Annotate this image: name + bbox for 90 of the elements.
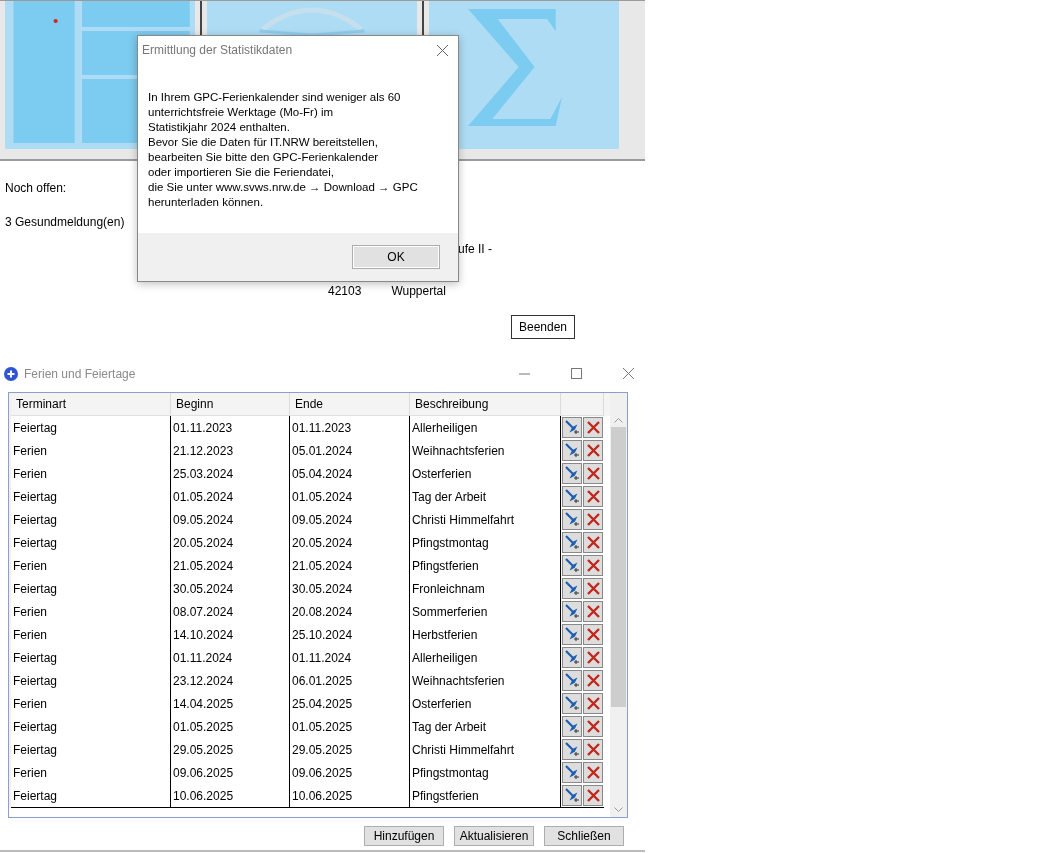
dialog-message: In Ihrem GPC-Ferienkalender sind weniger als 60 unterrichtsfreie Werktage (Mo-Fr) im Statistikjahr 2024 enthalten. Bevor Sie die Daten für IT.NRW bereitstellen, bearbeiten Sie bitte den GPC-Ferienkalender oder importieren Sie die Feriendatei, die Sie unter www.svws.nrw.de → Download → GPC herunterladen können. — [148, 90, 418, 210]
delete-button[interactable] — [583, 670, 603, 691]
table-cell: 10.06.2025 — [171, 784, 290, 808]
delete-icon — [585, 535, 601, 550]
delete-button[interactable] — [583, 532, 603, 553]
delete-button[interactable] — [583, 624, 603, 645]
open-item: 3 Gesundmeldung(en) — [5, 215, 125, 229]
pencil-icon — [564, 696, 580, 711]
pencil-icon — [564, 581, 580, 596]
ok-button[interactable]: OK — [352, 245, 440, 269]
pencil-icon — [564, 443, 580, 458]
edit-button[interactable] — [562, 624, 582, 645]
pencil-icon — [564, 489, 580, 504]
delete-button[interactable] — [583, 716, 603, 737]
delete-button[interactable] — [583, 578, 603, 599]
delete-button[interactable] — [583, 693, 603, 714]
footer-button[interactable]: Schließen — [544, 826, 624, 846]
pencil-icon — [564, 558, 580, 573]
edit-button[interactable] — [562, 739, 582, 760]
delete-button[interactable] — [583, 509, 603, 530]
pencil-icon — [564, 673, 580, 688]
delete-button[interactable] — [583, 463, 603, 484]
delete-icon — [585, 604, 601, 619]
delete-icon — [585, 673, 601, 688]
quit-button[interactable]: Beenden — [510, 315, 575, 339]
city: Wuppertal — [391, 284, 446, 298]
delete-button[interactable] — [583, 739, 603, 760]
edit-button[interactable] — [562, 578, 582, 599]
postcode: 42103 — [328, 284, 362, 298]
delete-icon — [585, 443, 601, 458]
footer-button[interactable]: Hinzufügen — [364, 826, 444, 846]
pencil-icon — [564, 466, 580, 481]
delete-button[interactable] — [583, 785, 603, 806]
pencil-icon — [564, 742, 580, 757]
delete-icon — [585, 788, 601, 803]
edit-button[interactable] — [562, 486, 582, 507]
scrollbar-thumb[interactable] — [611, 427, 626, 707]
table-cell: Pfingstferien — [410, 784, 561, 808]
delete-icon — [585, 489, 601, 504]
pencil-icon — [564, 512, 580, 527]
delete-icon — [585, 581, 601, 596]
edit-button[interactable] — [562, 509, 582, 530]
window-title: Ferien und Feiertage — [24, 367, 137, 381]
edit-button[interactable] — [562, 555, 582, 576]
edit-button[interactable] — [562, 670, 582, 691]
table-cell: Feiertag — [11, 784, 171, 808]
delete-button[interactable] — [583, 647, 603, 668]
delete-icon — [585, 466, 601, 481]
plus-circle-icon — [4, 367, 18, 381]
table-cell: 10.06.2025 — [290, 784, 410, 808]
delete-button[interactable] — [583, 762, 603, 783]
pencil-icon — [564, 420, 580, 435]
edit-button[interactable] — [562, 762, 582, 783]
open-label: Noch offen: — [5, 181, 67, 195]
delete-button[interactable] — [583, 417, 603, 438]
delete-button[interactable] — [583, 440, 603, 461]
delete-icon — [585, 696, 601, 711]
delete-icon — [585, 719, 601, 734]
edit-button[interactable] — [562, 440, 582, 461]
delete-button[interactable] — [583, 601, 603, 622]
pencil-icon — [564, 604, 580, 619]
pencil-icon — [564, 765, 580, 780]
footer-button[interactable]: Aktualisieren — [454, 826, 534, 846]
edit-button[interactable] — [562, 532, 582, 553]
edit-button[interactable] — [562, 647, 582, 668]
pencil-icon — [564, 650, 580, 665]
delete-icon — [585, 512, 601, 527]
edit-button[interactable] — [562, 716, 582, 737]
delete-icon — [585, 742, 601, 757]
delete-icon — [585, 558, 601, 573]
pencil-icon — [564, 627, 580, 642]
edit-button[interactable] — [562, 601, 582, 622]
address-line: ufe II - — [458, 242, 492, 256]
edit-button[interactable] — [562, 463, 582, 484]
pencil-icon — [564, 535, 580, 550]
delete-icon — [585, 420, 601, 435]
scroll-down-icon[interactable] — [614, 807, 623, 813]
delete-icon — [585, 627, 601, 642]
edit-button[interactable] — [562, 417, 582, 438]
edit-button[interactable] — [562, 785, 582, 806]
delete-icon — [585, 650, 601, 665]
scroll-up-icon[interactable] — [614, 417, 623, 423]
edit-button[interactable] — [562, 693, 582, 714]
pencil-icon — [564, 719, 580, 734]
delete-button[interactable] — [583, 555, 603, 576]
delete-icon — [585, 765, 601, 780]
delete-button[interactable] — [583, 486, 603, 507]
pencil-icon — [564, 788, 580, 803]
close-icon[interactable] — [437, 44, 448, 56]
dialog-title: Ermittlung der Statistikdaten — [142, 43, 293, 57]
